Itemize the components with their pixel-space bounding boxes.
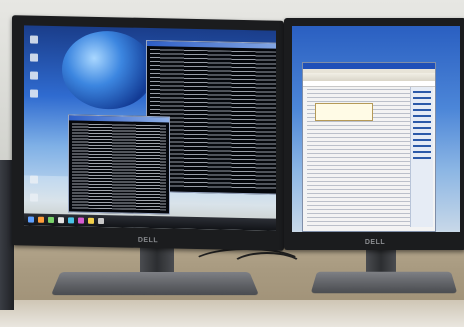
desk-edge <box>0 300 464 327</box>
start-icon[interactable] <box>28 216 34 223</box>
sidebar-link[interactable] <box>413 151 431 153</box>
sidebar-link[interactable] <box>413 139 431 141</box>
taskbar-app-icon[interactable] <box>78 217 84 224</box>
brand-logo: DELL <box>137 236 159 245</box>
terminal-titlebar[interactable] <box>69 115 169 123</box>
page-sidebar <box>410 87 433 227</box>
taskbar-app-icon[interactable] <box>68 217 74 224</box>
sidebar-link[interactable] <box>413 157 431 159</box>
desktop-icon[interactable] <box>30 193 38 202</box>
terminal-text <box>72 123 166 211</box>
taskbar-app-icon[interactable] <box>48 216 54 224</box>
left-monitor: DELL <box>12 15 284 251</box>
left-screen <box>24 25 276 231</box>
cable <box>230 252 304 282</box>
right-screen <box>292 26 460 232</box>
terminal-window-small[interactable] <box>68 114 170 215</box>
right-monitor-stand-base <box>310 271 458 294</box>
brand-logo: DELL <box>364 239 386 246</box>
browser-toolbar[interactable] <box>303 73 435 81</box>
sidebar-link[interactable] <box>413 145 431 147</box>
desktop-icon[interactable] <box>30 71 38 80</box>
sidebar-link[interactable] <box>413 133 431 135</box>
terminal-titlebar[interactable] <box>147 40 276 50</box>
popup-box[interactable] <box>315 103 373 121</box>
desktop-icon[interactable] <box>30 175 38 184</box>
desktop-icon[interactable] <box>30 53 38 62</box>
right-monitor: DELL <box>284 18 464 250</box>
desktop-icon[interactable] <box>30 89 38 98</box>
sidebar-link[interactable] <box>413 109 431 111</box>
sidebar-link[interactable] <box>413 97 431 99</box>
taskbar-app-icon[interactable] <box>58 217 64 224</box>
sidebar-link[interactable] <box>413 127 431 129</box>
sidebar-link[interactable] <box>413 115 431 117</box>
sidebar-link[interactable] <box>413 103 431 105</box>
taskbar-app-icon[interactable] <box>88 217 94 224</box>
taskbar-app-icon[interactable] <box>98 217 104 225</box>
sidebar-link[interactable] <box>413 91 431 93</box>
browser-window[interactable] <box>302 62 436 232</box>
wallpaper-planet <box>62 30 154 111</box>
desktop-icon[interactable] <box>30 35 38 44</box>
taskbar-app-icon[interactable] <box>38 216 44 223</box>
sidebar-link[interactable] <box>413 121 431 123</box>
